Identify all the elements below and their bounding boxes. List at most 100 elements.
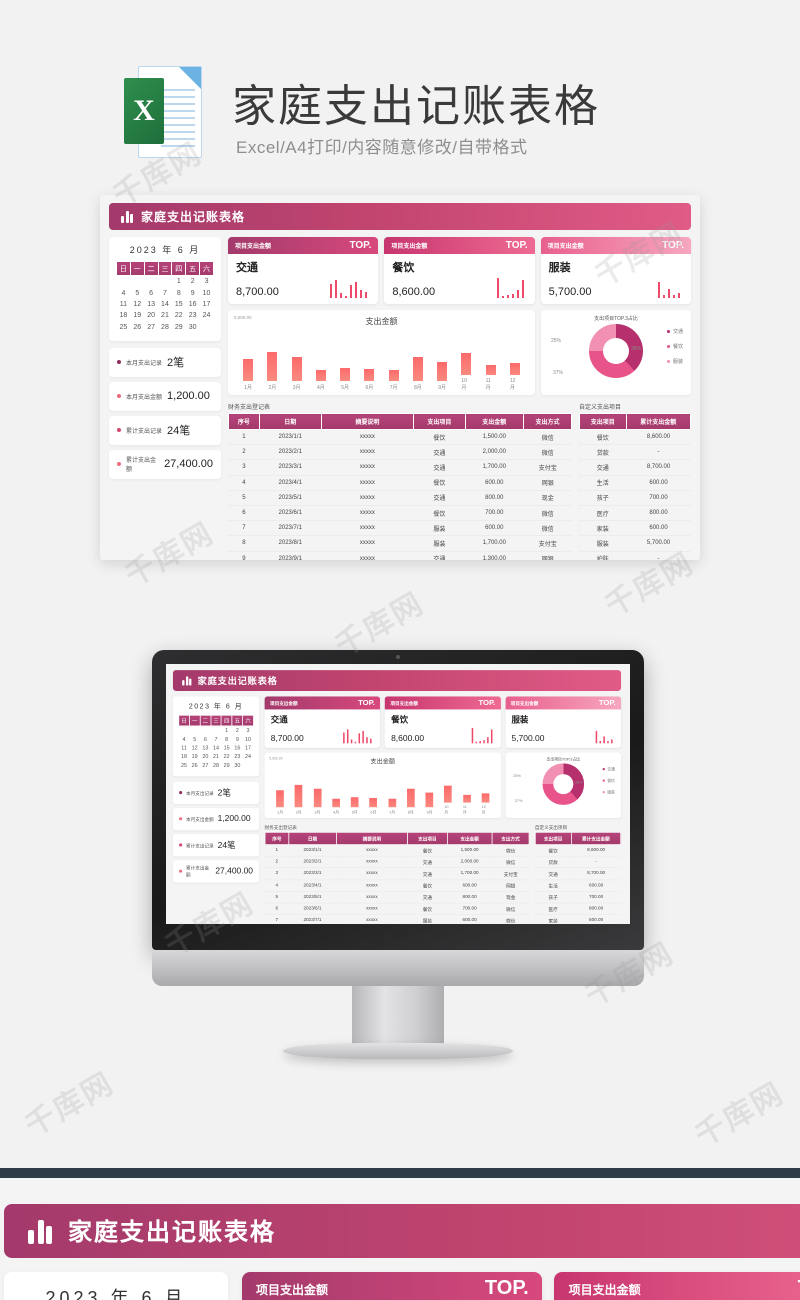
calendar-day[interactable]: 13 [144,299,158,310]
calendar-day[interactable]: 11 [179,744,190,753]
table-row[interactable]: 生活 600.00 [534,879,621,892]
calendar-day[interactable]: 10 [200,287,214,298]
calendar-day[interactable]: 2 [232,726,243,735]
custom-category-table[interactable]: 支出项目 累计支出金额 餐饮 8,600.00 贷款 - 交通 8,700.00 生活 600.… [534,831,622,924]
calendar-day[interactable]: 25 [117,322,131,333]
calendar-day[interactable]: 29 [172,322,186,333]
calendar-day[interactable]: 4 [179,735,190,744]
table-row[interactable]: 2 2023/2/1 xxxxx 交通 2,000.00 微信 [264,856,530,869]
table-row[interactable]: 贷款 - [534,856,621,869]
calendar-day[interactable]: 24 [200,310,214,321]
calendar-day[interactable]: 14 [158,299,172,310]
table-row[interactable]: 医疗 800.00 [534,903,621,916]
calendar-day[interactable]: 12 [189,744,200,753]
calendar-day[interactable]: 24 [243,753,254,762]
calendar-day[interactable]: 29 [221,761,232,770]
table-row[interactable]: 7 2023/7/1 xxxxx 服装 600.00 微信 [264,914,530,924]
dashboard-preview-flat[interactable]: 家庭支出记账表格 2023 年 6 月 日一二三四五六 1 2 3 4 5 6 7 8 9 10 1… [100,195,700,560]
calendar-day[interactable]: 5 [189,735,200,744]
calendar-day[interactable]: 4 [117,287,131,298]
calendar-day[interactable]: 8 [221,735,232,744]
calendar-card[interactable]: 2023 年 6 月 日一二三四五六 123456789101112131415… [109,237,221,341]
stat-card-2[interactable]: 累计支出记录 24笔 [172,834,260,857]
calendar-day[interactable]: 16 [232,744,243,753]
table-row[interactable]: 医疗 800.00 [579,505,691,522]
calendar-day[interactable]: 9 [186,287,200,298]
top-expense-card-1[interactable]: 项目支出金额 TOP. 餐饮 8,600.00 [384,696,501,748]
calendar-day[interactable]: 25 [179,761,190,770]
calendar-day[interactable]: 17 [243,744,254,753]
calendar-day[interactable]: 10 [243,735,254,744]
calendar-day[interactable]: 6 [200,735,211,744]
calendar-day[interactable]: 15 [172,299,186,310]
top-expense-card-1[interactable]: 项目支出金额 TOP. 餐饮 8,600.00 [554,1272,800,1300]
calendar-day[interactable]: 7 [211,735,222,744]
calendar-day[interactable]: 6 [144,287,158,298]
stat-card-3[interactable]: 累计支出金额 27,400.00 [109,449,221,479]
calendar-day[interactable]: 23 [186,310,200,321]
monitor-screen[interactable]: 家庭支出记账表格 2023 年 6 月 日一二三四五六 1 2 3 4 5 6 7 8 9 10 1… [166,664,630,924]
calendar-day[interactable]: 5 [130,287,144,298]
stat-card-1[interactable]: 本月支出金额 1,200.00 [172,807,260,831]
table-row[interactable]: 护肤- [579,551,691,560]
top3-donut-chart[interactable]: 支出项目TOP.3占比 交通 餐饮 服装 38% 25% 37% [541,310,691,395]
top-expense-card-0[interactable]: 项目支出金额 TOP. 交通 8,700.00 [242,1272,543,1300]
top3-donut-chart[interactable]: 支出项目TOP.3占比 交通 餐饮 服装 38% 25% 37% [505,752,622,818]
table-row[interactable]: 6 2023/6/1 xxxxx 餐饮 700.00 微信 [228,505,572,522]
calendar-day[interactable]: 18 [179,753,190,762]
table-row[interactable]: 5 2023/5/1 xxxxx 交通 800.00 现金 [228,490,572,506]
calendar-day[interactable]: 3 [200,276,214,288]
table-row[interactable]: 4 2023/4/1 xxxxx 餐饮 600.00 网银 [228,475,572,491]
table-row[interactable]: 家装 600.00 [579,520,691,537]
calendar-day[interactable]: 7 [158,287,172,298]
calendar-day[interactable]: 22 [221,753,232,762]
custom-category-table[interactable]: 支出项目 累计支出金额 餐饮 8,600.00 贷款 - 交通 8,700.00 生活 600.… [579,413,692,560]
table-row[interactable]: 服装 5,700.00 [579,535,691,552]
calendar-card[interactable]: 2023 年 6 月 日一二三四五六 123456789101112131415… [4,1272,228,1300]
calendar-day[interactable]: 12 [130,299,144,310]
calendar-grid[interactable]: 日一二三四五六 1 2 3 4 5 6 7 8 9 10 11 12 13 14 15 16 17 18 19 20 2… [178,714,254,770]
calendar-day[interactable]: 23 [232,753,243,762]
table-row[interactable]: 餐饮 8,600.00 [534,844,621,857]
monthly-expense-bar-chart[interactable]: 支出金额 5,000.00 1月 2月 3月 4月 5月 6月 7月 8月 9月… [228,310,535,395]
calendar-day[interactable]: 27 [200,761,211,770]
table-row[interactable]: 孩子 700.00 [534,891,621,904]
calendar-day[interactable]: 20 [200,753,211,762]
calendar-day[interactable]: 9 [232,735,243,744]
calendar-day[interactable]: 16 [186,299,200,310]
calendar-day[interactable]: 14 [211,744,222,753]
table-row[interactable]: 交通 8,700.00 [534,867,621,881]
stat-card-2[interactable]: 累计支出记录 24笔 [109,415,221,445]
top-expense-card-0[interactable]: 项目支出金额 TOP. 交通 8,700.00 [264,696,381,748]
table-row[interactable]: 1 2023/1/1 xxxxx 餐饮 1,500.00 微信 [264,844,530,857]
top-expense-card-2[interactable]: 项目支出金额 TOP. 服装 5,700.00 [505,696,622,748]
calendar-day[interactable]: 1 [172,276,186,288]
calendar-day[interactable]: 21 [158,310,172,321]
stat-card-0[interactable]: 本月支出记录 2笔 [172,781,260,805]
table-row[interactable]: 8 2023/8/1 xxxxx 服装 1,700.00 支付宝 [228,535,572,552]
table-row[interactable]: 3 2023/3/1 xxxxx 交通 1,700.00 支付宝 [228,459,572,476]
top-expense-card-2[interactable]: 项目支出金额 TOP. 服装 5,700.00 [540,237,691,304]
table-row[interactable]: 家装 600.00 [534,914,621,924]
table-row[interactable]: 3 2023/3/1 xxxxx 交通 1,700.00 支付宝 [264,867,530,881]
calendar-day[interactable]: 21 [211,753,222,762]
calendar-day[interactable]: 19 [130,310,144,321]
calendar-day[interactable]: 3 [243,726,254,735]
calendar-day[interactable]: 30 [186,322,200,333]
calendar-day[interactable]: 28 [211,761,222,770]
calendar-day[interactable]: 26 [130,322,144,333]
table-row[interactable]: 孩子 700.00 [579,490,691,506]
table-row[interactable]: 7 2023/7/1 xxxxx 服装 600.00 微信 [228,520,572,537]
table-row[interactable]: 5 2023/5/1 xxxxx 交通 800.00 现金 [264,891,530,904]
table-row[interactable]: 贷款 - [579,444,691,461]
table-row[interactable]: 餐饮 8,600.00 [579,429,691,446]
calendar-day[interactable]: 20 [144,310,158,321]
calendar-day[interactable]: 26 [189,761,200,770]
stat-card-0[interactable]: 本月支出记录 2笔 [109,347,221,377]
table-row[interactable]: 交通 8,700.00 [579,459,691,476]
calendar-card[interactable]: 2023 年 6 月 日一二三四五六 123456789101112131415… [172,696,260,777]
calendar-day[interactable]: 22 [172,310,186,321]
table-row[interactable]: 1 2023/1/1 xxxxx 餐饮 1,500.00 微信 [228,429,572,446]
expense-register-table[interactable]: 序号 日期 摘要说明 支出项目 支出金额 支出方式 1 2023/1/1 xxxxx 餐饮 1,5… [264,831,530,924]
calendar-day[interactable]: 11 [117,299,131,310]
